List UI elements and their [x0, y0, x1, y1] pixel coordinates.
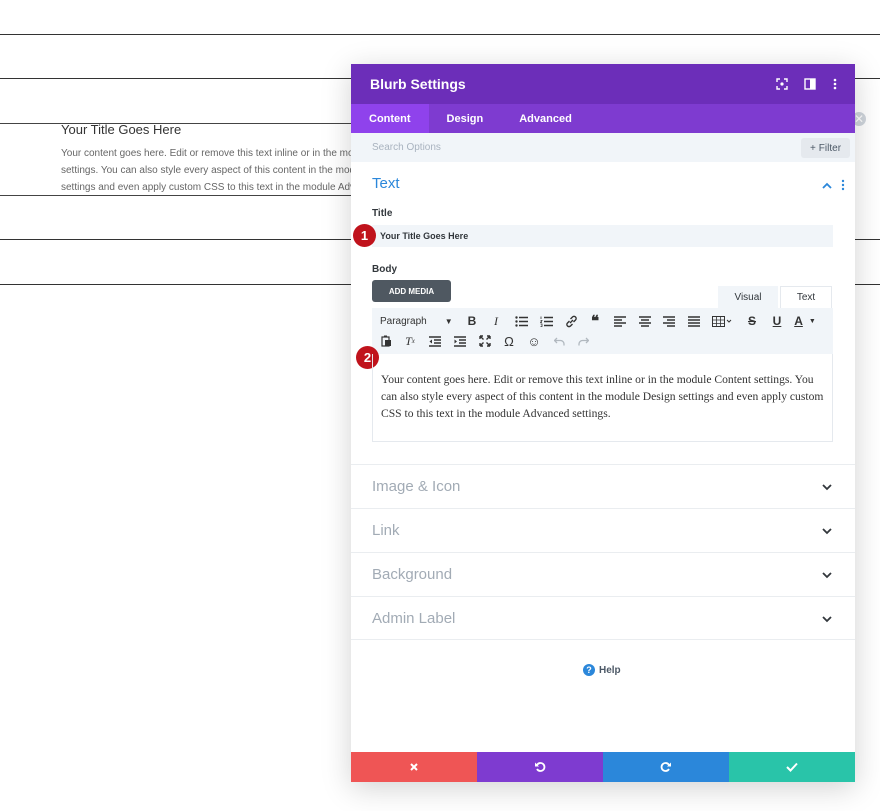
accordion-link[interactable]: Link	[351, 508, 855, 552]
search-options-input[interactable]	[363, 137, 663, 157]
accordion-image-icon[interactable]: Image & Icon	[351, 464, 855, 508]
align-center-icon[interactable]	[636, 312, 654, 330]
accordion-admin-label[interactable]: Admin Label	[351, 596, 855, 640]
bold-icon[interactable]: B	[463, 312, 481, 330]
blurb-preview-line: settings. You can also style every aspec…	[61, 165, 351, 176]
modal-tabs: Content Design Advanced	[351, 104, 855, 133]
section-more-icon[interactable]	[839, 177, 847, 193]
search-bar: + Filter	[351, 133, 855, 162]
check-icon	[786, 762, 798, 772]
save-button[interactable]	[729, 752, 855, 782]
blurb-preview-line: Your content goes here. Edit or remove t…	[61, 148, 351, 159]
outdent-icon[interactable]	[426, 332, 444, 350]
text-color-icon[interactable]: A ▼	[792, 312, 818, 330]
strikethrough-icon[interactable]: S	[743, 312, 761, 330]
help-icon: ?	[583, 664, 595, 676]
paragraph-select[interactable]: Paragraph ▼	[380, 312, 458, 330]
close-icon	[410, 763, 418, 771]
caret-down-icon: ▼	[444, 316, 453, 326]
tab-visual[interactable]: Visual	[718, 286, 778, 308]
align-right-icon[interactable]	[660, 312, 678, 330]
emoji-icon[interactable]: ☺	[525, 332, 543, 350]
add-media-button[interactable]: ADD MEDIA	[372, 280, 451, 302]
redo-button[interactable]	[603, 752, 729, 782]
redo-icon[interactable]	[574, 332, 592, 350]
chevron-down-icon	[822, 616, 832, 623]
focus-icon[interactable]	[773, 75, 791, 93]
undo-button[interactable]	[477, 752, 603, 782]
link-icon[interactable]	[562, 312, 580, 330]
table-icon[interactable]	[710, 312, 734, 330]
accordion-title: Link	[372, 522, 400, 539]
blurb-settings-modal: Blurb Settings Content Design Advanced +…	[351, 64, 855, 782]
split-view-icon[interactable]	[801, 75, 819, 93]
chevron-down-icon	[822, 572, 832, 579]
section-divider	[0, 34, 880, 35]
text-section-title[interactable]: Text	[372, 175, 400, 192]
blurb-preview-title: Your Title Goes Here	[61, 122, 182, 137]
filter-label: Filter	[818, 142, 842, 154]
title-field-label: Title	[372, 208, 393, 219]
more-icon[interactable]	[826, 75, 844, 93]
modal-footer	[351, 752, 855, 782]
blurb-preview-body: Your content goes here. Edit or remove t…	[61, 145, 351, 196]
plus-icon: +	[809, 142, 816, 154]
indent-icon[interactable]	[451, 332, 469, 350]
help-label: Help	[599, 664, 621, 676]
modal-header[interactable]: Blurb Settings	[351, 64, 855, 104]
accordion-background[interactable]: Background	[351, 552, 855, 596]
modal-title: Blurb Settings	[370, 76, 466, 92]
accordion-title: Image & Icon	[372, 478, 461, 495]
chevron-up-icon[interactable]	[821, 182, 833, 190]
tab-design[interactable]: Design	[429, 104, 502, 133]
underline-icon[interactable]: U	[768, 312, 786, 330]
title-input[interactable]	[372, 225, 833, 247]
paragraph-select-value: Paragraph	[380, 315, 427, 327]
special-character-icon[interactable]: Ω	[500, 332, 518, 350]
step-badge-1: 1	[353, 224, 376, 247]
italic-icon[interactable]: I	[487, 312, 505, 330]
blockquote-icon[interactable]: ❝	[586, 312, 604, 330]
blurb-preview-line: settings and even apply custom CSS to th…	[61, 182, 351, 193]
tab-content[interactable]: Content	[351, 104, 429, 133]
cancel-button[interactable]	[351, 752, 477, 782]
builder-canvas: Your Title Goes Here Your content goes h…	[0, 0, 880, 811]
tab-text[interactable]: Text	[780, 286, 832, 308]
accordion-title: Background	[372, 566, 453, 583]
redo-icon	[660, 762, 671, 772]
body-editor[interactable]: Your content goes here. Edit or remove t…	[372, 354, 833, 442]
tab-advanced[interactable]: Advanced	[501, 104, 590, 133]
bullet-list-icon[interactable]	[512, 312, 530, 330]
paste-icon[interactable]	[377, 332, 395, 350]
clear-formatting-icon[interactable]: Tx	[401, 332, 419, 350]
accordion-title: Admin Label	[372, 610, 456, 627]
undo-icon[interactable]	[550, 332, 568, 350]
align-justify-icon[interactable]	[685, 312, 703, 330]
fullscreen-icon[interactable]	[476, 332, 494, 350]
filter-button[interactable]: + Filter	[801, 138, 850, 158]
chevron-down-icon	[822, 484, 832, 491]
chevron-down-icon	[822, 528, 832, 535]
help-link[interactable]: ? Help	[583, 664, 621, 676]
numbered-list-icon[interactable]	[537, 312, 555, 330]
body-field-label: Body	[372, 264, 397, 275]
align-left-icon[interactable]	[611, 312, 629, 330]
editor-toolbar: Paragraph ▼ B I ❝ S U A ▼ T x Ω ☺	[372, 308, 833, 354]
undo-icon	[535, 762, 546, 772]
